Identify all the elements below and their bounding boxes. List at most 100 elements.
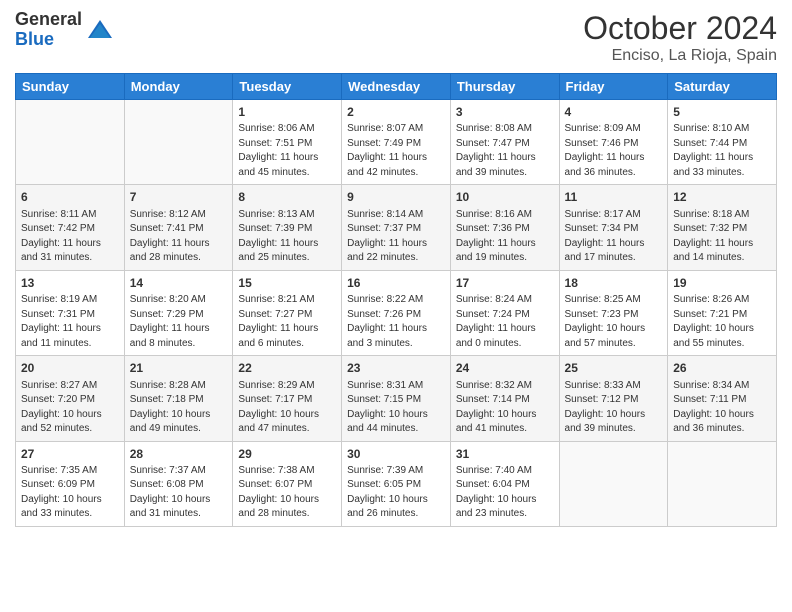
day-number: 27 bbox=[21, 446, 119, 463]
day-info: Sunrise: 8:32 AMSunset: 7:14 PMDaylight:… bbox=[456, 379, 554, 437]
day-number: 10 bbox=[456, 189, 554, 206]
day-number: 18 bbox=[565, 275, 663, 292]
calendar-cell: 15Sunrise: 8:21 AMSunset: 7:27 PMDayligh… bbox=[233, 270, 342, 355]
day-info: Sunrise: 7:37 AMSunset: 6:08 PMDaylight:… bbox=[130, 464, 228, 522]
calendar-cell: 17Sunrise: 8:24 AMSunset: 7:24 PMDayligh… bbox=[450, 270, 559, 355]
weekday-header-tuesday: Tuesday bbox=[233, 74, 342, 100]
weekday-header-monday: Monday bbox=[124, 74, 233, 100]
day-info: Sunrise: 8:08 AMSunset: 7:47 PMDaylight:… bbox=[456, 122, 554, 180]
calendar-week-row: 6 Sunrise: 8:11 AMSunset: 7:42 PMDaylight… bbox=[16, 185, 777, 270]
day-info: Sunrise: 8:17 AMSunset: 7:34 PMDaylight:… bbox=[565, 208, 663, 266]
day-info: Sunrise: 8:13 AMSunset: 7:39 PMDaylight:… bbox=[238, 208, 336, 266]
calendar-cell: 13Sunrise: 8:19 AMSunset: 7:31 PMDayligh… bbox=[16, 270, 125, 355]
calendar-cell: 29Sunrise: 7:38 AMSunset: 6:07 PMDayligh… bbox=[233, 441, 342, 526]
day-info: Sunrise: 8:10 AMSunset: 7:44 PMDaylight:… bbox=[673, 122, 771, 180]
day-info: Sunrise: 8:19 AMSunset: 7:31 PMDaylight:… bbox=[21, 293, 119, 351]
calendar-cell: 18Sunrise: 8:25 AMSunset: 7:23 PMDayligh… bbox=[559, 270, 668, 355]
day-number: 21 bbox=[130, 360, 228, 377]
day-info: Sunrise: 8:21 AMSunset: 7:27 PMDaylight:… bbox=[238, 293, 336, 351]
day-info: Sunrise: 8:27 AMSunset: 7:20 PMDaylight:… bbox=[21, 379, 119, 437]
day-number: 2 bbox=[347, 104, 445, 121]
calendar-cell bbox=[124, 100, 233, 185]
calendar-cell: 14Sunrise: 8:20 AMSunset: 7:29 PMDayligh… bbox=[124, 270, 233, 355]
calendar-cell: 3Sunrise: 8:08 AMSunset: 7:47 PMDaylight… bbox=[450, 100, 559, 185]
day-number: 20 bbox=[21, 360, 119, 377]
day-info: Sunrise: 8:16 AMSunset: 7:36 PMDaylight:… bbox=[456, 208, 554, 266]
calendar-week-row: 20 Sunrise: 8:27 AMSunset: 7:20 PMDayligh… bbox=[16, 356, 777, 441]
day-info: Sunrise: 8:28 AMSunset: 7:18 PMDaylight:… bbox=[130, 379, 228, 437]
day-info: Sunrise: 8:18 AMSunset: 7:32 PMDaylight:… bbox=[673, 208, 771, 266]
calendar-cell: 25 Sunrise: 8:33 AMSunset: 7:12 PMDayligh… bbox=[559, 356, 668, 441]
weekday-header-friday: Friday bbox=[559, 74, 668, 100]
day-info: Sunrise: 8:11 AMSunset: 7:42 PMDaylight:… bbox=[21, 208, 119, 266]
day-number: 8 bbox=[238, 189, 336, 206]
day-number: 14 bbox=[130, 275, 228, 292]
page: General Blue October 2024 Enciso, La Rio… bbox=[0, 0, 792, 612]
day-info: Sunrise: 7:35 AMSunset: 6:09 PMDaylight:… bbox=[21, 464, 119, 522]
day-info: Sunrise: 7:40 AMSunset: 6:04 PMDaylight:… bbox=[456, 464, 554, 522]
day-info: Sunrise: 8:33 AMSunset: 7:12 PMDaylight:… bbox=[565, 379, 663, 437]
day-number: 25 bbox=[565, 360, 663, 377]
calendar-cell: 10 Sunrise: 8:16 AMSunset: 7:36 PMDayligh… bbox=[450, 185, 559, 270]
calendar-cell: 27Sunrise: 7:35 AMSunset: 6:09 PMDayligh… bbox=[16, 441, 125, 526]
calendar-cell: 1Sunrise: 8:06 AMSunset: 7:51 PMDaylight… bbox=[233, 100, 342, 185]
calendar-cell: 6 Sunrise: 8:11 AMSunset: 7:42 PMDaylight… bbox=[16, 185, 125, 270]
day-number: 24 bbox=[456, 360, 554, 377]
day-info: Sunrise: 8:34 AMSunset: 7:11 PMDaylight:… bbox=[673, 379, 771, 437]
day-info: Sunrise: 8:09 AMSunset: 7:46 PMDaylight:… bbox=[565, 122, 663, 180]
calendar-cell: 8 Sunrise: 8:13 AMSunset: 7:39 PMDaylight… bbox=[233, 185, 342, 270]
header: General Blue October 2024 Enciso, La Rio… bbox=[15, 10, 777, 65]
calendar-week-row: 1Sunrise: 8:06 AMSunset: 7:51 PMDaylight… bbox=[16, 100, 777, 185]
calendar-cell: 9Sunrise: 8:14 AMSunset: 7:37 PMDaylight… bbox=[342, 185, 451, 270]
day-number: 15 bbox=[238, 275, 336, 292]
day-number: 1 bbox=[238, 104, 336, 121]
day-info: Sunrise: 8:12 AMSunset: 7:41 PMDaylight:… bbox=[130, 208, 228, 266]
calendar-cell bbox=[16, 100, 125, 185]
day-number: 19 bbox=[673, 275, 771, 292]
day-info: Sunrise: 8:24 AMSunset: 7:24 PMDaylight:… bbox=[456, 293, 554, 351]
calendar-cell: 4Sunrise: 8:09 AMSunset: 7:46 PMDaylight… bbox=[559, 100, 668, 185]
day-number: 17 bbox=[456, 275, 554, 292]
calendar-cell: 31Sunrise: 7:40 AMSunset: 6:04 PMDayligh… bbox=[450, 441, 559, 526]
day-info: Sunrise: 8:20 AMSunset: 7:29 PMDaylight:… bbox=[130, 293, 228, 351]
logo-icon bbox=[86, 16, 114, 44]
calendar-cell: 26 Sunrise: 8:34 AMSunset: 7:11 PMDayligh… bbox=[668, 356, 777, 441]
day-number: 16 bbox=[347, 275, 445, 292]
day-number: 5 bbox=[673, 104, 771, 121]
title-section: October 2024 Enciso, La Rioja, Spain bbox=[583, 10, 777, 65]
day-number: 6 bbox=[21, 189, 119, 206]
day-number: 30 bbox=[347, 446, 445, 463]
day-number: 13 bbox=[21, 275, 119, 292]
calendar-cell: 2Sunrise: 8:07 AMSunset: 7:49 PMDaylight… bbox=[342, 100, 451, 185]
logo-general-text: General bbox=[15, 10, 82, 30]
calendar-cell: 22Sunrise: 8:29 AMSunset: 7:17 PMDayligh… bbox=[233, 356, 342, 441]
day-number: 23 bbox=[347, 360, 445, 377]
calendar-week-row: 27Sunrise: 7:35 AMSunset: 6:09 PMDayligh… bbox=[16, 441, 777, 526]
location-title: Enciso, La Rioja, Spain bbox=[583, 47, 777, 65]
weekday-header-saturday: Saturday bbox=[668, 74, 777, 100]
day-info: Sunrise: 8:14 AMSunset: 7:37 PMDaylight:… bbox=[347, 208, 445, 266]
calendar-cell: 5Sunrise: 8:10 AMSunset: 7:44 PMDaylight… bbox=[668, 100, 777, 185]
calendar-cell: 11 Sunrise: 8:17 AMSunset: 7:34 PMDayligh… bbox=[559, 185, 668, 270]
day-number: 12 bbox=[673, 189, 771, 206]
weekday-header-row: SundayMondayTuesdayWednesdayThursdayFrid… bbox=[16, 74, 777, 100]
calendar-cell bbox=[559, 441, 668, 526]
day-number: 31 bbox=[456, 446, 554, 463]
calendar-cell: 16Sunrise: 8:22 AMSunset: 7:26 PMDayligh… bbox=[342, 270, 451, 355]
weekday-header-wednesday: Wednesday bbox=[342, 74, 451, 100]
day-number: 11 bbox=[565, 189, 663, 206]
weekday-header-sunday: Sunday bbox=[16, 74, 125, 100]
day-number: 7 bbox=[130, 189, 228, 206]
calendar-cell: 19Sunrise: 8:26 AMSunset: 7:21 PMDayligh… bbox=[668, 270, 777, 355]
calendar-cell: 7 Sunrise: 8:12 AMSunset: 7:41 PMDaylight… bbox=[124, 185, 233, 270]
day-info: Sunrise: 7:39 AMSunset: 6:05 PMDaylight:… bbox=[347, 464, 445, 522]
day-number: 22 bbox=[238, 360, 336, 377]
calendar-cell: 30Sunrise: 7:39 AMSunset: 6:05 PMDayligh… bbox=[342, 441, 451, 526]
day-info: Sunrise: 8:07 AMSunset: 7:49 PMDaylight:… bbox=[347, 122, 445, 180]
day-info: Sunrise: 8:25 AMSunset: 7:23 PMDaylight:… bbox=[565, 293, 663, 351]
calendar-cell: 20 Sunrise: 8:27 AMSunset: 7:20 PMDayligh… bbox=[16, 356, 125, 441]
day-number: 29 bbox=[238, 446, 336, 463]
day-number: 26 bbox=[673, 360, 771, 377]
calendar-cell: 21 Sunrise: 8:28 AMSunset: 7:18 PMDayligh… bbox=[124, 356, 233, 441]
day-info: Sunrise: 8:06 AMSunset: 7:51 PMDaylight:… bbox=[238, 122, 336, 180]
